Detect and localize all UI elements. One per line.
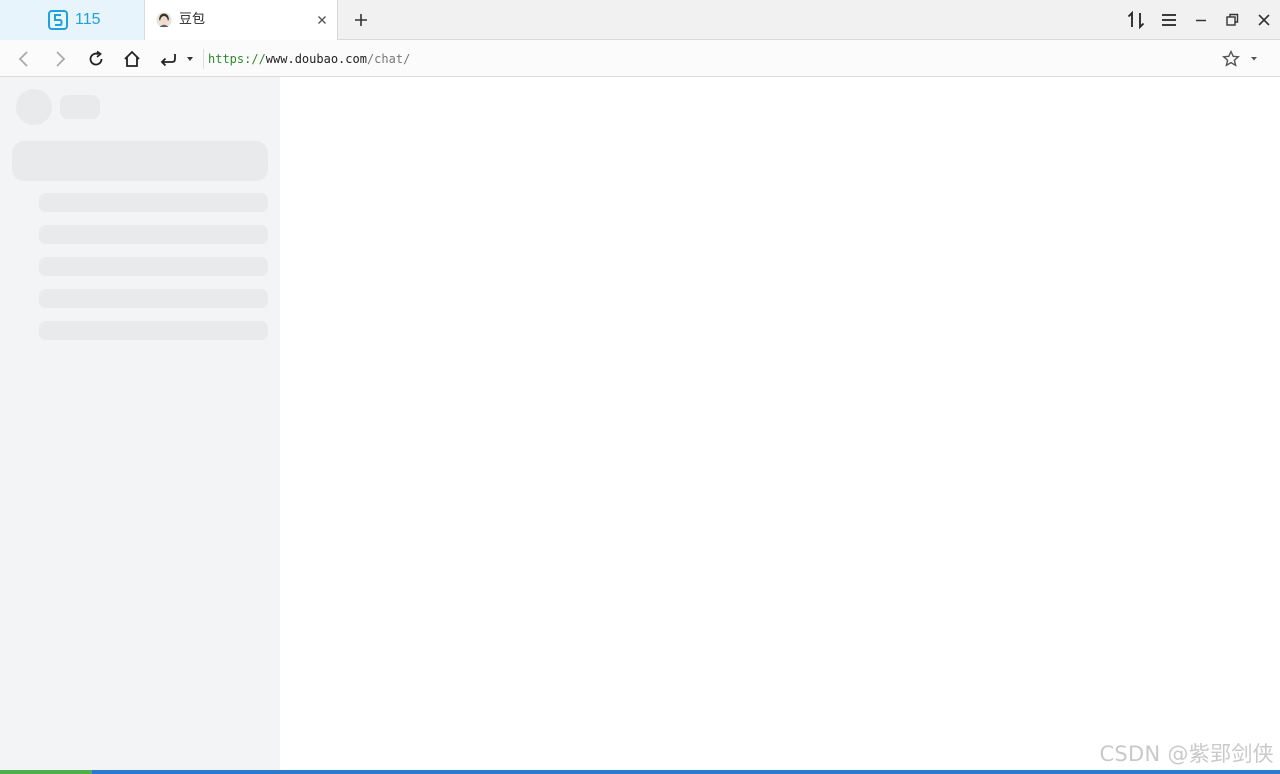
start-button[interactable] [0,770,92,774]
close-tab-icon[interactable] [315,13,329,27]
skeleton-row [39,257,268,276]
skeleton-row [39,225,268,244]
tab-strip: 115 豆包 [0,0,1280,41]
new-tab-icon[interactable] [352,11,370,29]
tab-115-label: 115 [75,11,101,28]
sidebar [0,77,280,770]
address-divider [203,49,204,69]
url-path: /chat/ [366,52,411,66]
restore-icon[interactable] [1223,11,1241,29]
skeleton-row [39,193,268,212]
skeleton-row [39,321,268,340]
tab-115[interactable]: 115 [0,0,145,40]
url-host: www.doubao.com [265,52,367,66]
skeleton-new-chat-button [12,141,268,181]
forward-icon[interactable] [50,49,70,69]
address-field[interactable]: https://www.doubao.com/chat/ [208,50,410,68]
dropdown-icon[interactable] [184,49,196,69]
skeleton-avatar [16,89,52,125]
menu-icon[interactable] [1160,11,1178,29]
close-icon[interactable] [1255,11,1273,29]
back-icon[interactable] [14,49,34,69]
tab-doubao[interactable]: 豆包 [145,0,338,41]
reload-icon[interactable] [86,49,106,69]
skeleton-row [39,289,268,308]
undo-close-icon[interactable] [158,49,178,69]
star-icon[interactable] [1221,49,1241,69]
bookmark-dropdown-icon[interactable] [1248,49,1260,69]
minimize-icon[interactable] [1192,11,1210,29]
115-logo-icon [48,10,68,30]
sync-icon[interactable] [1127,11,1145,29]
watermark: CSDN @紫郢剑侠 [1099,742,1274,766]
skeleton-title [60,95,100,119]
home-icon[interactable] [122,49,142,69]
doubao-avatar-icon [156,12,172,28]
url-scheme: https:// [208,52,266,66]
chat-main-area [280,77,1280,770]
tab-title: 豆包 [179,12,206,27]
taskbar [0,770,1280,774]
address-toolbar: https://www.doubao.com/chat/ [0,40,1280,77]
